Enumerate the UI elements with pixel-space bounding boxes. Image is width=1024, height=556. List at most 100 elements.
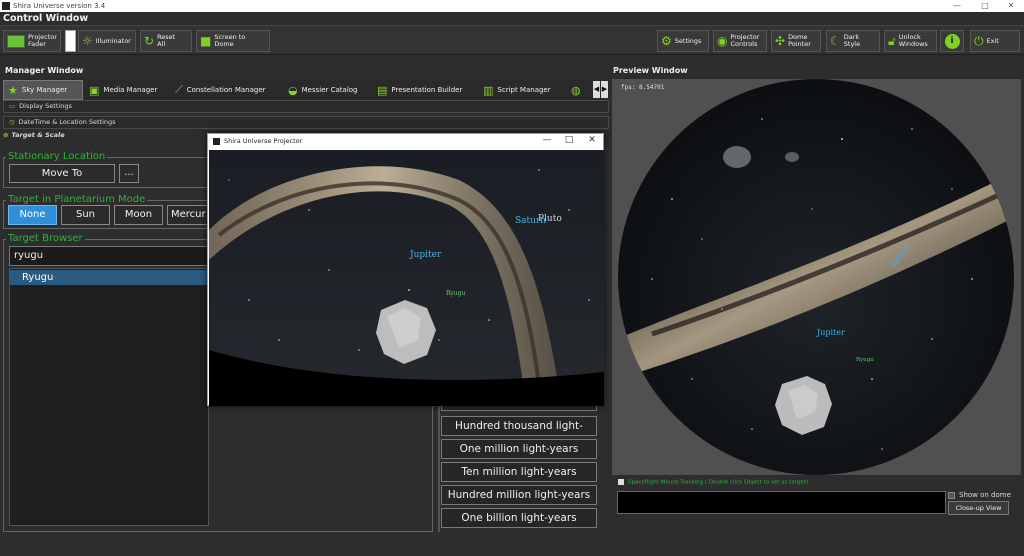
constellation-icon: ⟋ bbox=[175, 83, 183, 96]
show-on-dome-checkbox[interactable]: Show on dome bbox=[948, 491, 1011, 499]
tab-label: Constellation Manager bbox=[186, 86, 266, 94]
minimize-button[interactable]: — bbox=[947, 0, 967, 12]
globe-icon: ◍ bbox=[571, 83, 581, 97]
checkbox-icon bbox=[618, 479, 624, 485]
power-icon: ⏻ bbox=[974, 34, 984, 48]
location-more-button[interactable]: ... bbox=[119, 164, 139, 183]
star-icon: ★ bbox=[8, 83, 18, 97]
app-icon bbox=[2, 2, 10, 10]
list-item[interactable]: Ryugu bbox=[10, 270, 209, 285]
fader-toggle[interactable] bbox=[65, 30, 76, 52]
close-button[interactable]: ✕ bbox=[1001, 0, 1021, 12]
spaceflight-tracking-checkbox[interactable]: Spaceflight Mouse Tracking ( Double clic… bbox=[618, 479, 808, 486]
unlock-windows-button[interactable]: 🔓︎ Unlock Windows bbox=[884, 30, 937, 52]
command-input[interactable] bbox=[617, 491, 946, 514]
planetarium-mode-title: Target in Planetarium Mode bbox=[6, 194, 148, 205]
spaceflight-tracking-label: Spaceflight Mouse Tracking ( Double clic… bbox=[628, 479, 808, 486]
reset-all-button[interactable]: ↻ Reset All bbox=[140, 30, 192, 52]
presentation-icon: ▤ bbox=[377, 83, 388, 97]
tab-label: Presentation Builder bbox=[391, 86, 463, 94]
pointer-icon: ✣ bbox=[775, 34, 786, 48]
display-settings-label: Display Settings bbox=[19, 102, 72, 110]
target-scale-label: Target & Scale bbox=[11, 131, 65, 139]
target-icon: ⊛ bbox=[3, 131, 9, 139]
closeup-view-button[interactable]: Close-up View bbox=[948, 501, 1009, 515]
label-jupiter: Jupiter bbox=[409, 250, 442, 260]
projector-icon: ◉ bbox=[717, 34, 728, 48]
target-results-list[interactable]: Ryugu bbox=[9, 268, 209, 526]
dark-style-button[interactable]: ☾ Dark Style bbox=[826, 30, 880, 52]
tab-overflow[interactable]: ◍ bbox=[567, 80, 591, 100]
tab-constellation-manager[interactable]: ⟋ Constellation Manager bbox=[171, 80, 283, 100]
projector-app-icon bbox=[213, 138, 220, 145]
tab-presentation-builder[interactable]: ▤ Presentation Builder bbox=[373, 80, 477, 100]
projector-sky-view: Saturn Pluto Jupiter Ryugu bbox=[209, 150, 604, 406]
lightyear-button-100k[interactable]: Hundred thousand light-years bbox=[441, 416, 597, 450]
settings-button[interactable]: ⚙ Settings bbox=[657, 30, 709, 52]
target-moon-button[interactable]: Moon bbox=[114, 205, 163, 225]
script-icon: ▥ bbox=[483, 83, 494, 97]
lightyear-button-1m[interactable]: One million light-years bbox=[441, 439, 597, 459]
dome-pointer-button[interactable]: ✣ Dome Pointer bbox=[771, 30, 821, 52]
camera-icon: ■ bbox=[200, 34, 212, 48]
display-icon: ▭ bbox=[9, 102, 16, 110]
checkbox-icon bbox=[948, 491, 955, 499]
label-ryugu: Ryugu bbox=[856, 357, 874, 363]
tab-label: Script Manager bbox=[497, 86, 551, 94]
tab-script-manager[interactable]: ▥ Script Manager bbox=[479, 80, 565, 100]
preview-viewport[interactable]: fps: 8.54701 Saturn Jupiter Ryugu bbox=[612, 79, 1021, 475]
settings-label: Settings bbox=[674, 36, 702, 45]
lightyear-button-10m[interactable]: Ten million light-years bbox=[441, 462, 597, 482]
target-scale-section[interactable]: ⊛ Target & Scale bbox=[3, 131, 65, 139]
move-to-button[interactable]: Move To bbox=[9, 164, 115, 183]
fader-icon bbox=[7, 34, 25, 48]
lock-icon: 🔓︎ bbox=[888, 34, 896, 48]
target-sun-button[interactable]: Sun bbox=[61, 205, 110, 225]
projector-viewport[interactable]: Saturn Pluto Jupiter Ryugu bbox=[209, 150, 604, 406]
film-icon: ▣ bbox=[89, 83, 100, 97]
gear-icon: ⚙ bbox=[661, 34, 672, 48]
lightyear-button-1b[interactable]: One billion light-years bbox=[441, 508, 597, 528]
divider bbox=[438, 386, 440, 532]
info-button[interactable]: i bbox=[940, 30, 964, 52]
label-pluto: Pluto bbox=[538, 214, 562, 224]
control-toolbar: Projector Fader ☼ Illuminator ↻ Reset Al… bbox=[0, 25, 1024, 55]
projector-minimize-button[interactable]: — bbox=[536, 135, 558, 145]
dome-sky-view: fps: 8.54701 Saturn Jupiter Ryugu bbox=[618, 79, 1014, 475]
target-none-button[interactable]: None bbox=[8, 205, 57, 225]
screen-to-dome-button[interactable]: ■ Screen to Dome bbox=[196, 30, 270, 52]
exit-button[interactable]: ⏻ Exit bbox=[970, 30, 1020, 52]
tab-label: Sky Manager bbox=[21, 86, 68, 94]
reset-all-label: Reset All bbox=[157, 33, 176, 48]
tab-scroll-left-button[interactable]: ◀ bbox=[593, 81, 600, 98]
tab-media-manager[interactable]: ▣ Media Manager bbox=[85, 80, 170, 100]
target-search-input[interactable]: ryugu bbox=[9, 246, 209, 266]
illuminator-button[interactable]: ☼ Illuminator bbox=[78, 30, 136, 52]
display-settings-section[interactable]: ▭ Display Settings bbox=[3, 100, 609, 113]
label-ryugu: Ryugu bbox=[446, 290, 466, 297]
projector-fader-button[interactable]: Projector Fader bbox=[3, 30, 61, 52]
projector-maximize-button[interactable]: □ bbox=[558, 135, 580, 145]
projector-fader-label: Projector Fader bbox=[28, 33, 57, 48]
control-window-title: Control Window bbox=[3, 13, 89, 24]
target-mercury-button[interactable]: Mercur bbox=[167, 205, 209, 225]
sun-icon: ☼ bbox=[82, 34, 93, 48]
lightyear-button-100m[interactable]: Hundred million light-years bbox=[441, 485, 597, 505]
projector-controls-button[interactable]: ◉ Projector Controls bbox=[713, 30, 767, 52]
datetime-location-section[interactable]: ◷ DateTime & Location Settings bbox=[3, 116, 609, 129]
projector-close-button[interactable]: ✕ bbox=[581, 135, 603, 145]
preview-window-title: Preview Window bbox=[613, 66, 688, 75]
tab-sky-manager[interactable]: ★ Sky Manager bbox=[3, 80, 83, 100]
maximize-button[interactable]: □ bbox=[975, 0, 995, 12]
manager-tabs: ★ Sky Manager ▣ Media Manager ⟋ Constellati… bbox=[3, 79, 609, 101]
projector-window-title: Shira Universe Projector bbox=[224, 137, 303, 145]
moon-icon: ☾ bbox=[830, 34, 841, 48]
tab-messier-catalog[interactable]: ◒ Messier Catalog bbox=[284, 80, 372, 100]
projector-controls-label: Projector Controls bbox=[730, 33, 760, 48]
tab-scroll-right-button[interactable]: ▶ bbox=[601, 81, 608, 98]
illuminator-label: Illuminator bbox=[95, 36, 131, 45]
clock-icon: ◷ bbox=[9, 118, 15, 126]
info-icon: i bbox=[944, 33, 960, 49]
exit-label: Exit bbox=[986, 36, 999, 45]
projector-window[interactable]: Shira Universe Projector — □ ✕ Saturn Pl… bbox=[207, 133, 604, 406]
